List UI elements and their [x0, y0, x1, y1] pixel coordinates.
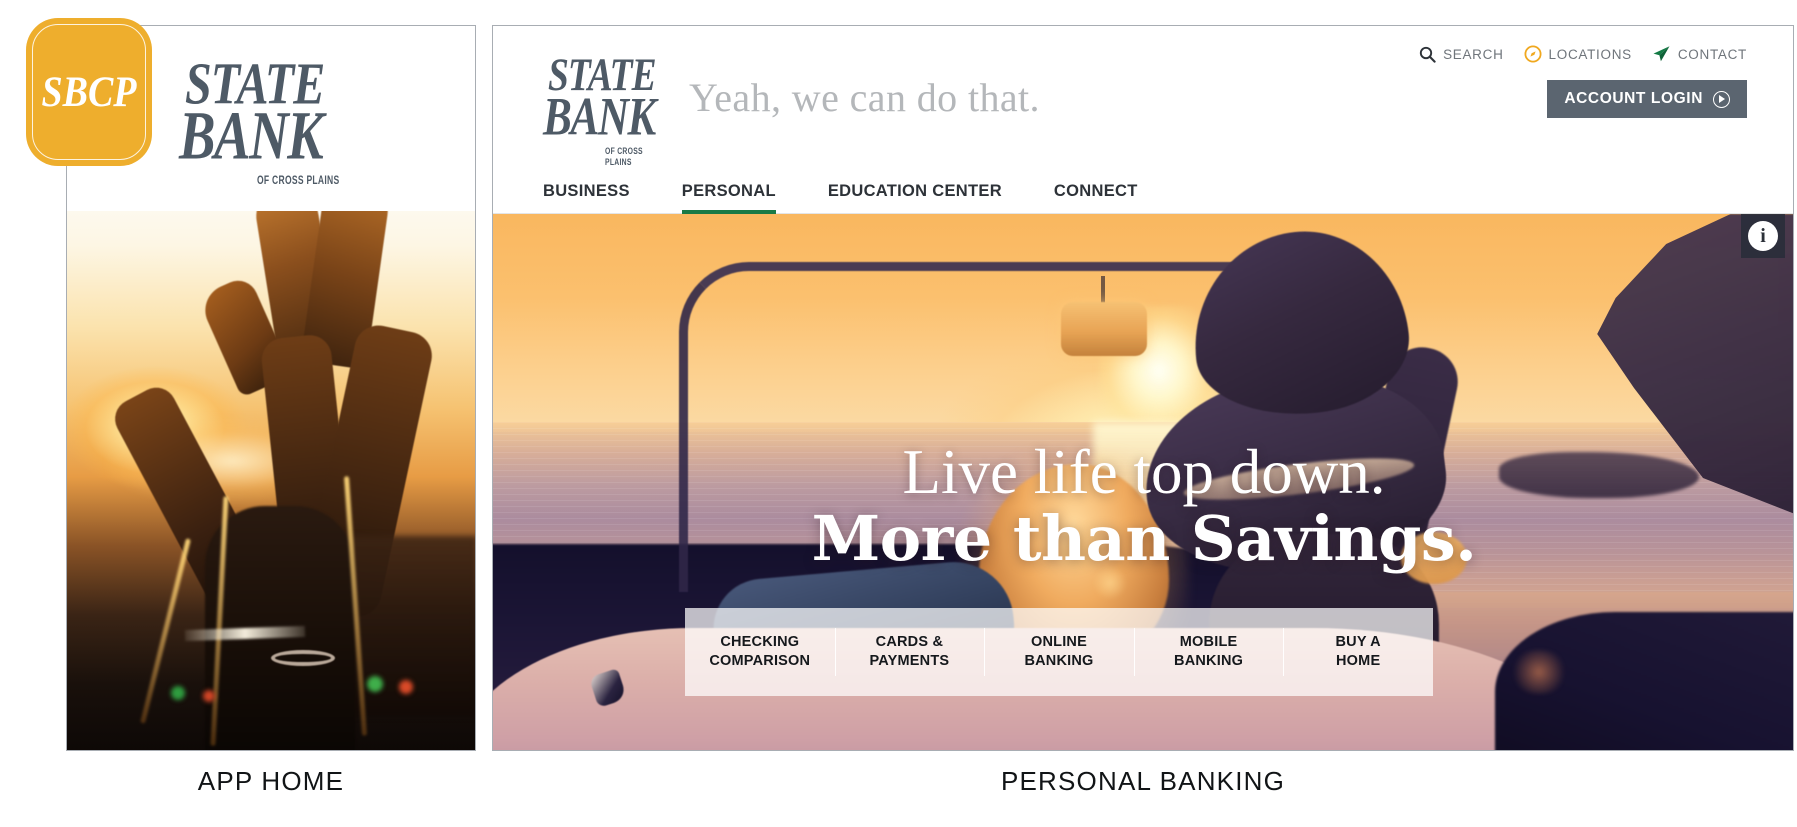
quick-link-line1: CHECKING: [720, 634, 800, 651]
nav-item-label: PERSONAL: [681, 182, 776, 200]
state-bank-logo-header[interactable]: STATE BANK OF CROSS PLAINS: [543, 52, 679, 168]
logo-subtitle: OF CROSS PLAINS: [257, 174, 340, 188]
quick-links-bar: CHECKING COMPARISON CARDS & PAYMENTS ONL…: [685, 608, 1433, 696]
main-nav: BUSINESS PERSONAL EDUCATION CENTER CONNE…: [543, 182, 1164, 214]
account-login-label: ACCOUNT LOGIN: [1564, 90, 1703, 107]
logo-subtitle: OF CROSS PLAINS: [605, 145, 643, 168]
nav-item-personal[interactable]: PERSONAL: [656, 182, 802, 214]
nav-item-label: CONNECT: [1053, 182, 1138, 200]
quick-link-cards-payments[interactable]: CARDS & PAYMENTS: [835, 633, 985, 670]
paper-plane-icon: [1652, 45, 1671, 63]
lens-flare: [1509, 650, 1569, 694]
compass-icon: [1524, 45, 1542, 63]
bokeh-light: [367, 676, 383, 692]
quick-link-line2: BANKING: [1174, 653, 1244, 669]
utility-nav-label: SEARCH: [1443, 46, 1504, 62]
screenshot-board: STATE BANK OF CROSS PLAINS SBCP APP HOME…: [0, 0, 1797, 827]
quick-link-online-banking[interactable]: ONLINE BANKING: [984, 633, 1134, 670]
personal-banking-caption: PERSONAL BANKING: [1000, 766, 1286, 796]
nav-item-education-center[interactable]: EDUCATION CENTER: [802, 182, 1028, 214]
quick-link-line2: COMPARISON: [709, 653, 811, 669]
nav-item-business[interactable]: BUSINESS: [543, 182, 656, 214]
app-home-caption: APP HOME: [197, 766, 345, 796]
lens-flare: [1093, 566, 1127, 600]
logo-line-bank: BANK: [179, 98, 324, 174]
quick-link-line1: ONLINE: [1030, 634, 1087, 651]
logo-line-bank: BANK: [543, 86, 656, 147]
play-circle-icon: [1713, 90, 1730, 108]
quick-link-mobile-banking[interactable]: MOBILE BANKING: [1134, 633, 1284, 670]
bokeh-light: [399, 680, 413, 694]
brand-tagline: Yeah, we can do that.: [689, 75, 1040, 120]
utility-nav: SEARCH LOCATIONS CONTACT: [1419, 45, 1747, 63]
quick-link-line1: BUY A: [1335, 634, 1381, 651]
nav-item-label: BUSINESS: [543, 182, 630, 200]
nav-item-connect[interactable]: CONNECT: [1028, 182, 1164, 214]
info-icon: i: [1748, 221, 1778, 251]
search-icon: [1419, 46, 1436, 63]
sbcp-app-icon[interactable]: SBCP: [26, 18, 152, 166]
rearview-mirror: [1061, 302, 1147, 356]
nav-item-label: EDUCATION CENTER: [827, 182, 1002, 200]
bracelet: [271, 650, 335, 666]
utility-nav-label: LOCATIONS: [1548, 46, 1632, 62]
utility-nav-item-search[interactable]: SEARCH: [1419, 46, 1503, 63]
bokeh-light: [203, 690, 215, 702]
site-header: STATE BANK OF CROSS PLAINS Yeah, we can …: [493, 26, 1793, 214]
high-five-sunset-photo: [67, 176, 475, 750]
state-bank-logo: STATE BANK OF CROSS PLAINS: [179, 52, 349, 188]
side-mirror: [1401, 532, 1467, 584]
quick-link-line2: HOME: [1336, 653, 1381, 669]
hero-banner: Live life top down. More than Savings. C…: [493, 214, 1793, 750]
account-login-button[interactable]: ACCOUNT LOGIN: [1547, 80, 1747, 118]
quick-link-line2: BANKING: [1024, 653, 1094, 669]
quick-link-line2: PAYMENTS: [869, 653, 950, 669]
quick-link-checking-comparison[interactable]: CHECKING COMPARISON: [685, 633, 835, 670]
utility-nav-label: CONTACT: [1677, 46, 1747, 62]
bokeh-light: [171, 686, 185, 700]
sbcp-app-icon-label: SBCP: [41, 67, 137, 117]
rocks: [1499, 452, 1699, 498]
utility-nav-item-locations[interactable]: LOCATIONS: [1524, 45, 1632, 63]
quick-link-buy-a-home[interactable]: BUY A HOME: [1283, 633, 1433, 670]
hero-info-button[interactable]: i: [1741, 214, 1785, 258]
quick-link-line1: CARDS &: [875, 634, 944, 651]
quick-link-line1: MOBILE: [1179, 634, 1238, 651]
lens-flare: [1053, 522, 1107, 576]
utility-nav-item-contact[interactable]: CONTACT: [1652, 45, 1747, 63]
personal-banking-panel: STATE BANK OF CROSS PLAINS Yeah, we can …: [492, 25, 1794, 751]
